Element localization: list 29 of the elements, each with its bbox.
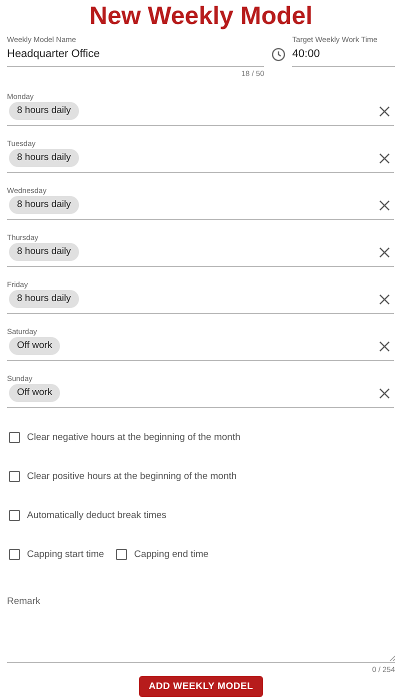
remark-field[interactable]: Remark [7,583,395,663]
checkbox[interactable] [116,548,128,560]
checkbox-label: Clear positive hours at the beginning of the month [27,470,237,482]
clock-icon[interactable] [271,47,286,62]
schedule-chip[interactable]: Off work [9,337,60,355]
checkbox[interactable] [9,510,20,520]
clear-icon[interactable] [379,106,390,116]
clear-icon[interactable] [379,388,390,398]
checkbox[interactable] [9,548,20,560]
clear-icon[interactable] [379,246,390,258]
schedule-chip[interactable]: Off work [9,384,60,402]
checkbox[interactable] [9,432,20,442]
checkbox-label: Capping end time [134,548,209,560]
schedule-chip[interactable]: 8 hours daily [9,243,79,261]
schedule-chip[interactable]: 8 hours daily [9,196,79,214]
add-weekly-model-button[interactable]: ADD WEEKLY MODEL [138,676,264,697]
schedule-chip[interactable]: 8 hours daily [9,102,79,120]
checkbox[interactable] [9,470,20,482]
checkbox-label: Automatically deduct break times [27,510,166,520]
page-title: New Weekly Model [88,1,314,32]
clear-icon[interactable] [379,294,390,304]
schedule-chip[interactable]: 8 hours daily [9,290,79,308]
clear-icon[interactable] [379,200,390,210]
checkbox-label: Capping start time [27,548,104,560]
clear-icon[interactable] [379,152,390,164]
schedule-chip[interactable]: 8 hours daily [9,149,79,167]
clear-icon[interactable] [379,340,390,352]
checkbox-label: Clear negative hours at the beginning of the month [27,432,240,442]
resize-handle-icon[interactable] [389,655,395,661]
